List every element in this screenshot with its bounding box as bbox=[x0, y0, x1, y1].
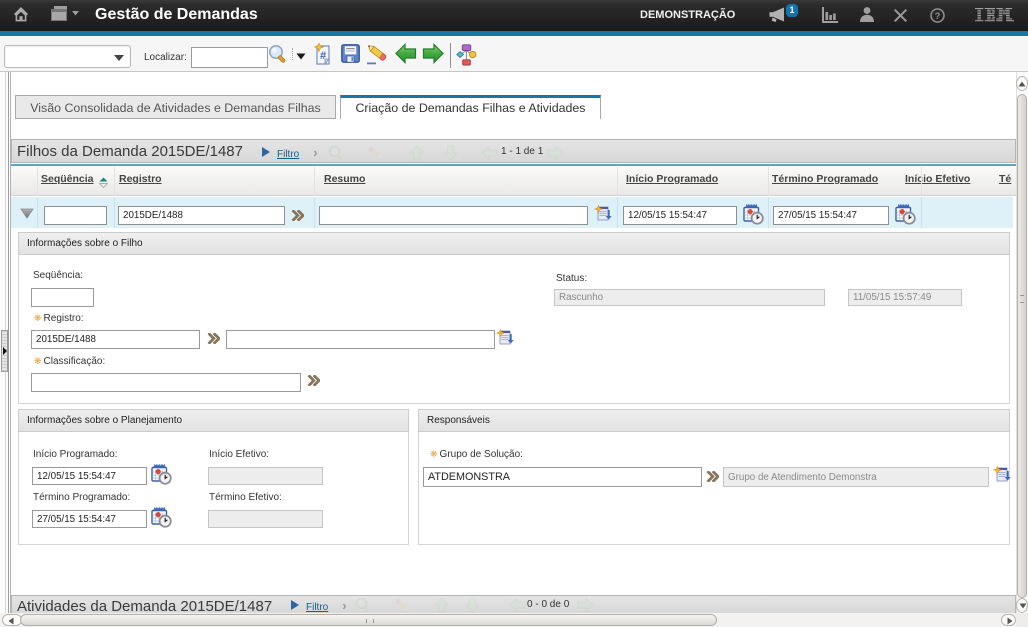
svg-text:#: # bbox=[320, 50, 326, 62]
svg-text:?: ? bbox=[935, 11, 941, 22]
